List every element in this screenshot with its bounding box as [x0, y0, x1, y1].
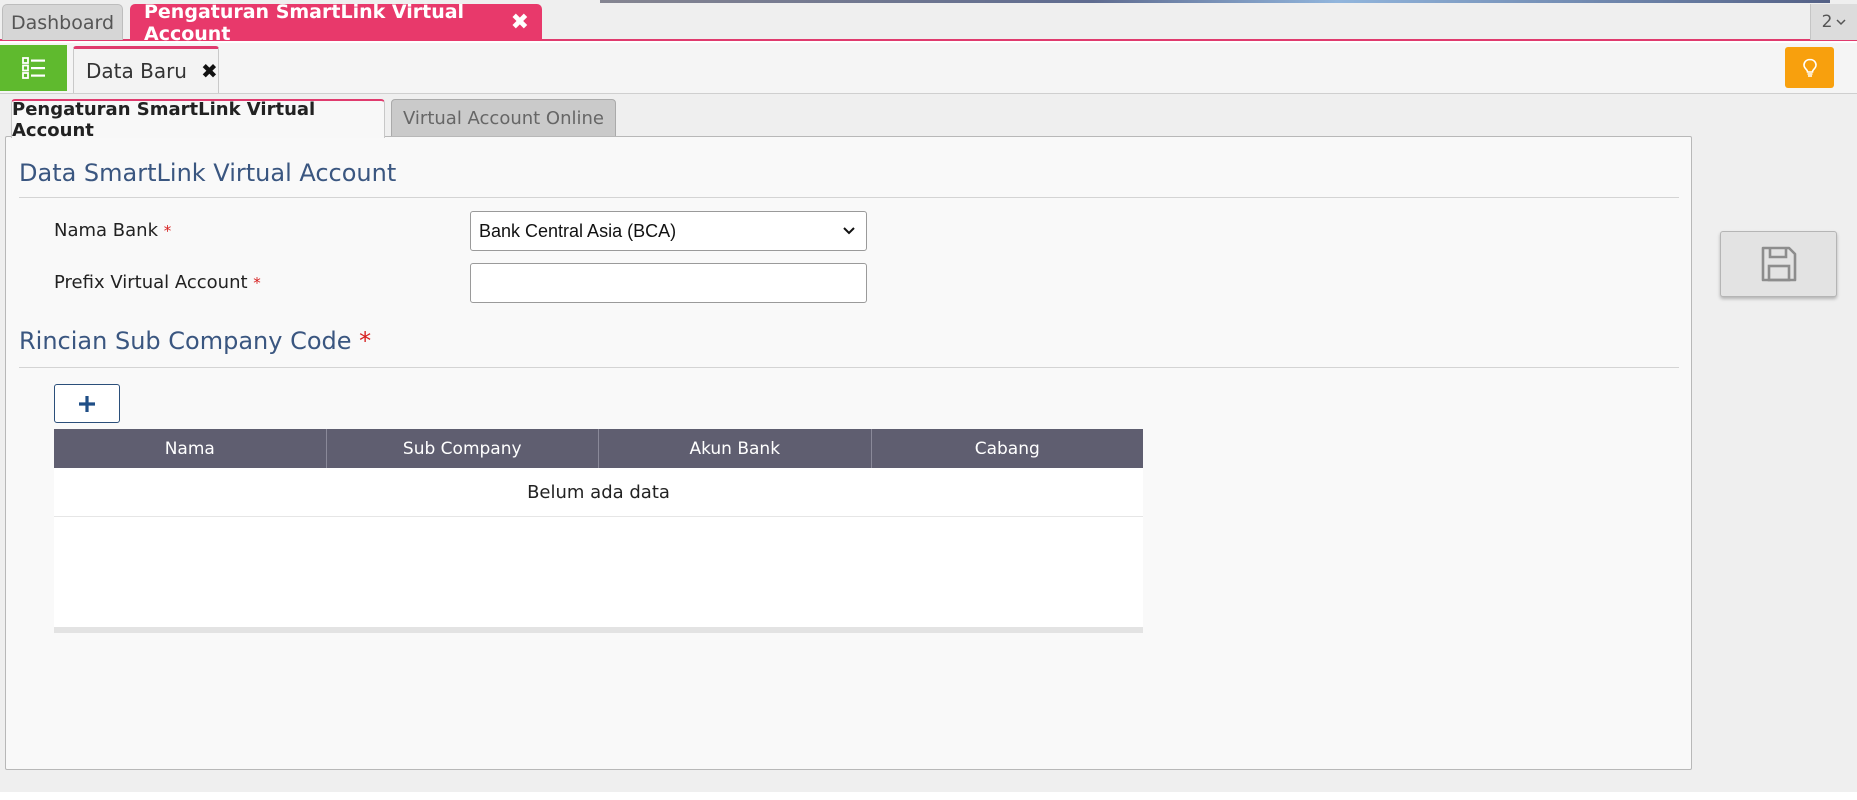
save-button[interactable]	[1720, 231, 1837, 297]
horizontal-scrollbar[interactable]	[54, 627, 1143, 633]
document-bar: Data Baru ✖	[0, 43, 1857, 94]
add-row-button[interactable]	[54, 384, 120, 423]
header-banner-strip	[600, 0, 1830, 3]
tab-data-baru[interactable]: Data Baru ✖	[73, 46, 219, 93]
nama-bank-label: Nama Bank *	[54, 220, 172, 241]
plus-icon	[79, 395, 95, 412]
open-tabs-count: 2	[1821, 12, 1833, 32]
column-header-nama[interactable]: Nama	[54, 429, 327, 468]
nama-bank-value: Bank Central Asia (BCA)	[479, 220, 677, 241]
chevron-down-icon	[1836, 19, 1846, 26]
list-icon	[21, 57, 45, 79]
required-mark: *	[359, 327, 372, 355]
tab-virtual-account-online[interactable]: Virtual Account Online	[391, 99, 616, 137]
open-tabs-dropdown[interactable]: 2	[1810, 4, 1857, 40]
form-panel: Data SmartLink Virtual Account Nama Bank…	[5, 136, 1692, 770]
prefix-va-input[interactable]	[470, 263, 867, 303]
section-title-rincian: Rincian Sub Company Code *	[19, 327, 372, 355]
tab-pengaturan-label: Pengaturan SmartLink Virtual Account	[144, 0, 465, 45]
close-icon[interactable]: ✖	[511, 10, 529, 35]
sub-company-table: Nama Sub Company Akun Bank Cabang Belum …	[54, 429, 1143, 633]
floppy-disk-icon	[1761, 246, 1796, 282]
table-body	[54, 517, 1143, 627]
empty-table-message: Belum ada data	[54, 468, 1143, 517]
column-header-sub-company[interactable]: Sub Company	[327, 429, 599, 468]
nama-bank-select[interactable]: Bank Central Asia (BCA)	[470, 211, 867, 251]
column-header-cabang[interactable]: Cabang	[872, 429, 1144, 468]
table-header: Nama Sub Company Akun Bank Cabang	[54, 429, 1143, 468]
menu-button[interactable]	[0, 45, 67, 91]
required-mark: *	[253, 274, 261, 292]
lightbulb-icon	[1802, 58, 1817, 77]
top-tab-bar: Dashboard Pengaturan SmartLink Virtual A…	[0, 0, 1857, 45]
tab-pengaturan-smartlink-va[interactable]: Pengaturan SmartLink Virtual Account	[11, 99, 385, 141]
tab-data-baru-label: Data Baru	[86, 59, 187, 83]
help-button[interactable]	[1785, 47, 1834, 88]
close-icon[interactable]: ✖	[201, 59, 218, 83]
column-header-akun-bank[interactable]: Akun Bank	[599, 429, 872, 468]
section-title-data-smartlink: Data SmartLink Virtual Account	[19, 159, 397, 187]
content-area: Pengaturan SmartLink Virtual Account Vir…	[0, 94, 1857, 792]
prefix-va-label: Prefix Virtual Account *	[54, 272, 261, 293]
required-mark: *	[163, 222, 172, 240]
divider	[19, 367, 1679, 368]
tab-dashboard[interactable]: Dashboard	[2, 4, 123, 40]
tab-pengaturan-smartlink[interactable]: Pengaturan SmartLink Virtual Account ✖	[130, 1, 542, 45]
chevron-down-icon	[843, 227, 855, 235]
divider	[19, 197, 1679, 198]
